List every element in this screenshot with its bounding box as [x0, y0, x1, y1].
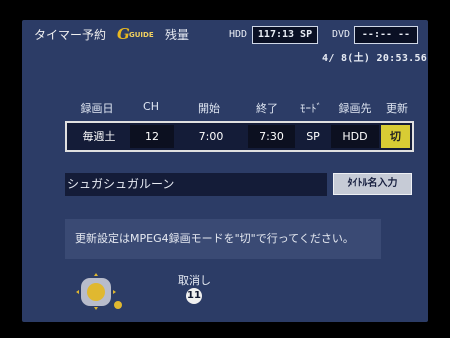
current-datetime: 4/ 8(土) 20:53.56: [322, 53, 428, 64]
guide-logo-text: GUIDE: [129, 31, 154, 39]
notice-message: 更新設定はMPEG4録画モードを"切"で行ってください。: [65, 219, 381, 259]
guide-logo-icon[interactable]: G GUIDE: [117, 26, 157, 42]
timer-reservation-screen: タイマー予約 G GUIDE 残量 HDD 117:13 SP DVD --:-…: [22, 20, 428, 322]
cell-mode[interactable]: SP: [295, 125, 331, 148]
cancel-label: 取消し: [178, 274, 211, 287]
dvd-remaining-value: --:-- --: [354, 26, 418, 44]
program-name-field[interactable]: シュガシュガルーン: [65, 173, 327, 196]
column-header-mode: ﾓｰﾄﾞ: [300, 102, 322, 115]
dpad-icon: [76, 273, 124, 313]
screen-title: タイマー予約: [34, 28, 107, 42]
cell-update[interactable]: 切: [381, 125, 410, 148]
column-header-date: 録画日: [80, 102, 114, 115]
cell-start[interactable]: 7:00: [174, 125, 248, 148]
dvd-label: DVD: [332, 29, 351, 40]
hdd-remaining-value: 117:13 SP: [252, 26, 318, 44]
circled-11-icon[interactable]: 11: [186, 288, 202, 304]
column-header-end: 終了: [256, 102, 278, 115]
title-name-input-button[interactable]: ﾀｲﾄﾙ名入力: [333, 173, 412, 195]
cell-destination[interactable]: HDD: [331, 125, 379, 148]
cell-date[interactable]: 毎週土: [68, 125, 130, 148]
timer-row[interactable]: 毎週土 12 7:00 7:30 SP HDD 切: [65, 121, 414, 152]
hdd-label: HDD: [229, 29, 248, 40]
column-header-start: 開始: [198, 102, 220, 115]
column-header-destination: 録画先: [338, 102, 372, 115]
cell-channel[interactable]: 12: [130, 125, 174, 148]
cell-end[interactable]: 7:30: [248, 125, 295, 148]
remaining-label: 残量: [165, 28, 190, 42]
column-header-channel: CH: [143, 100, 159, 113]
column-header-update: 更新: [386, 102, 408, 115]
guide-logo-letter: G: [117, 25, 130, 43]
